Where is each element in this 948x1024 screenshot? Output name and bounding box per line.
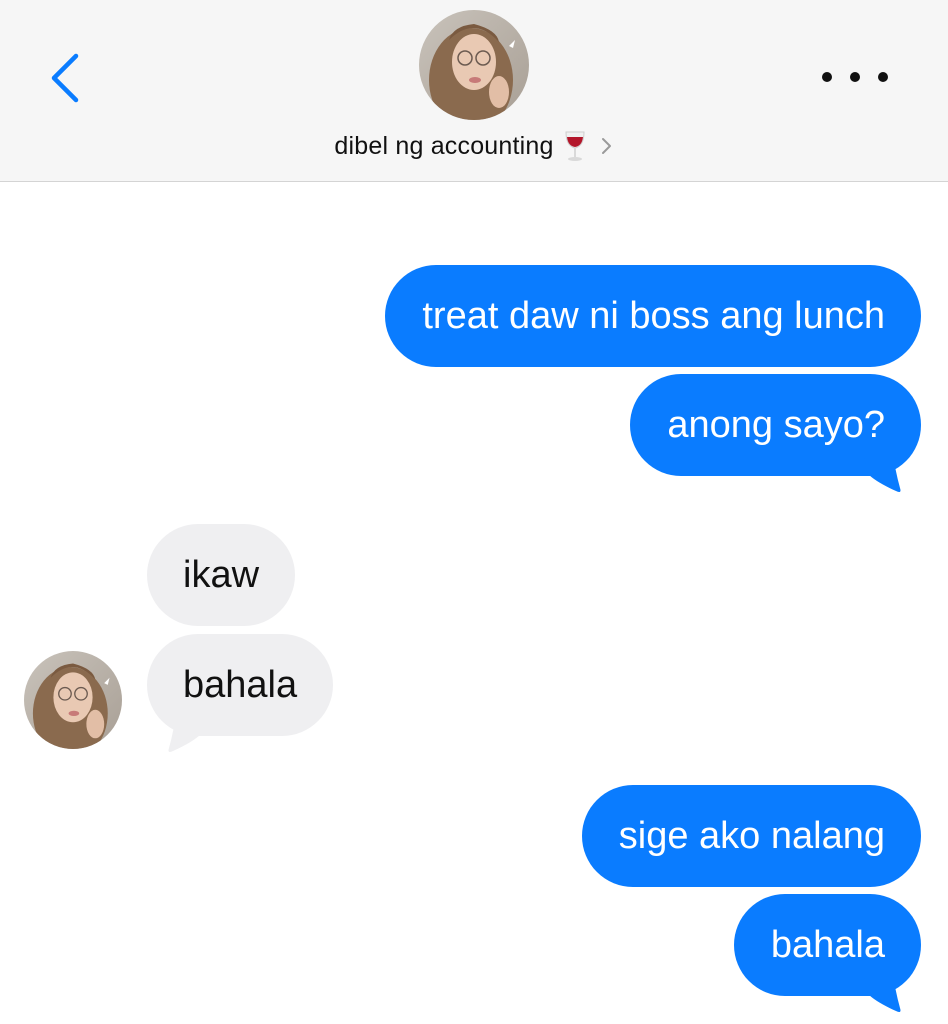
message-text: sige ako nalang	[618, 814, 885, 857]
outgoing-message-bubble[interactable]: treat daw ni boss ang lunch	[385, 265, 921, 367]
message-text: bahala	[183, 663, 298, 706]
bubble-tail	[862, 448, 901, 492]
message-text: anong sayo?	[667, 403, 885, 446]
chevron-right-icon	[600, 135, 614, 157]
incoming-message-bubble[interactable]: ikaw	[147, 524, 296, 626]
chevron-left-icon	[51, 53, 79, 103]
contact-name-row[interactable]: dibel ng accounting	[0, 126, 948, 166]
message-text: ikaw	[183, 553, 260, 596]
bubble-tail	[168, 708, 207, 752]
wine-glass-icon	[562, 130, 588, 162]
outgoing-message-bubble[interactable]: sige ako nalang	[581, 785, 921, 887]
chat-screen: dibel ng accounting treat daw ni boss an…	[0, 0, 948, 1024]
more-dots-icon	[850, 72, 860, 82]
bubble-tail	[862, 968, 901, 1012]
contact-name: dibel ng accounting	[334, 131, 554, 160]
message-text: bahala	[770, 923, 885, 966]
back-button[interactable]	[44, 48, 88, 108]
more-dots-icon	[822, 72, 832, 82]
message-text: treat daw ni boss ang lunch	[422, 294, 885, 337]
sender-avatar[interactable]	[24, 651, 122, 749]
more-dots-icon	[878, 72, 888, 82]
avatar-photo	[24, 651, 122, 749]
more-options-button[interactable]	[822, 62, 888, 92]
avatar-photo	[419, 10, 529, 120]
conversation-header: dibel ng accounting	[0, 0, 948, 182]
contact-avatar[interactable]	[419, 10, 529, 120]
